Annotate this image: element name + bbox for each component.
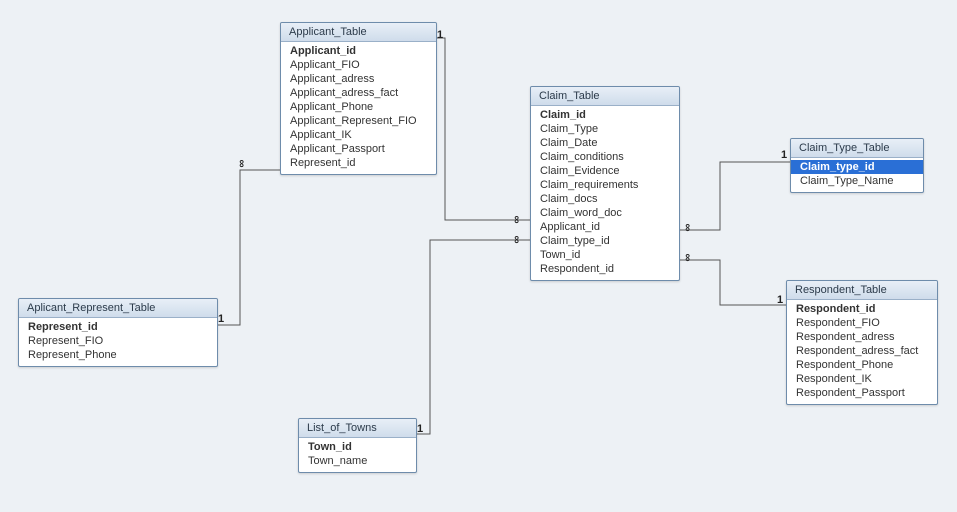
entity-title: Respondent_Table: [787, 281, 937, 300]
field: Applicant_adress_fact: [281, 86, 436, 100]
field: Respondent_id: [531, 262, 679, 276]
entity-title: Aplicant_Represent_Table: [19, 299, 217, 318]
field: Respondent_FIO: [787, 316, 937, 330]
entity-fields: Town_id Town_name: [299, 438, 416, 472]
entity-towns[interactable]: List_of_Towns Town_id Town_name: [298, 418, 417, 473]
cardinality-one: 1: [417, 424, 423, 435]
cardinality-one: 1: [218, 314, 224, 325]
field-pk: Claim_type_id: [791, 160, 923, 174]
field: Applicant_FIO: [281, 58, 436, 72]
field: Applicant_Represent_FIO: [281, 114, 436, 128]
entity-fields: Claim_type_id Claim_Type_Name: [791, 158, 923, 192]
field: Represent_id: [281, 156, 436, 170]
field: Town_id: [531, 248, 679, 262]
cardinality-many: ∞: [237, 158, 245, 169]
cardinality-one: 1: [781, 150, 787, 161]
field: Respondent_adress: [787, 330, 937, 344]
field-pk: Respondent_id: [787, 302, 937, 316]
field-pk: Represent_id: [19, 320, 217, 334]
field: Applicant_id: [531, 220, 679, 234]
entity-claimtype[interactable]: Claim_Type_Table Claim_type_id Claim_Typ…: [790, 138, 924, 193]
field: Town_name: [299, 454, 416, 468]
field: Claim_Evidence: [531, 164, 679, 178]
cardinality-many: ∞: [512, 214, 520, 225]
entity-title: Applicant_Table: [281, 23, 436, 42]
entity-title: List_of_Towns: [299, 419, 416, 438]
field: Claim_type_id: [531, 234, 679, 248]
entity-respondent[interactable]: Respondent_Table Respondent_id Responden…: [786, 280, 938, 405]
entity-fields: Represent_id Represent_FIO Represent_Pho…: [19, 318, 217, 366]
entity-applicant[interactable]: Applicant_Table Applicant_id Applicant_F…: [280, 22, 437, 175]
field-pk: Town_id: [299, 440, 416, 454]
cardinality-one: 1: [777, 295, 783, 306]
field: Applicant_IK: [281, 128, 436, 142]
relationship-lines: [0, 0, 957, 512]
cardinality-many: ∞: [683, 252, 691, 263]
field: Respondent_adress_fact: [787, 344, 937, 358]
entity-fields: Applicant_id Applicant_FIO Applicant_adr…: [281, 42, 436, 174]
field: Represent_FIO: [19, 334, 217, 348]
field: Claim_docs: [531, 192, 679, 206]
field: Respondent_IK: [787, 372, 937, 386]
field-pk: Claim_id: [531, 108, 679, 122]
field: Claim_word_doc: [531, 206, 679, 220]
field: Claim_Type_Name: [791, 174, 923, 188]
entity-fields: Respondent_id Respondent_FIO Respondent_…: [787, 300, 937, 404]
cardinality-many: ∞: [512, 234, 520, 245]
field: Claim_requirements: [531, 178, 679, 192]
entity-represent[interactable]: Aplicant_Represent_Table Represent_id Re…: [18, 298, 218, 367]
diagram-canvas: { "entities": { "applicant": { "title": …: [0, 0, 957, 512]
entity-title: Claim_Table: [531, 87, 679, 106]
field: Applicant_Phone: [281, 100, 436, 114]
field: Represent_Phone: [19, 348, 217, 362]
field: Claim_Date: [531, 136, 679, 150]
cardinality-many: ∞: [683, 222, 691, 233]
field: Respondent_Passport: [787, 386, 937, 400]
entity-fields: Claim_id Claim_Type Claim_Date Claim_con…: [531, 106, 679, 280]
cardinality-one: 1: [437, 30, 443, 41]
field: Claim_Type: [531, 122, 679, 136]
entity-title: Claim_Type_Table: [791, 139, 923, 158]
field: Claim_conditions: [531, 150, 679, 164]
field: Respondent_Phone: [787, 358, 937, 372]
field-pk: Applicant_id: [281, 44, 436, 58]
entity-claim[interactable]: Claim_Table Claim_id Claim_Type Claim_Da…: [530, 86, 680, 281]
field: Applicant_adress: [281, 72, 436, 86]
field: Applicant_Passport: [281, 142, 436, 156]
